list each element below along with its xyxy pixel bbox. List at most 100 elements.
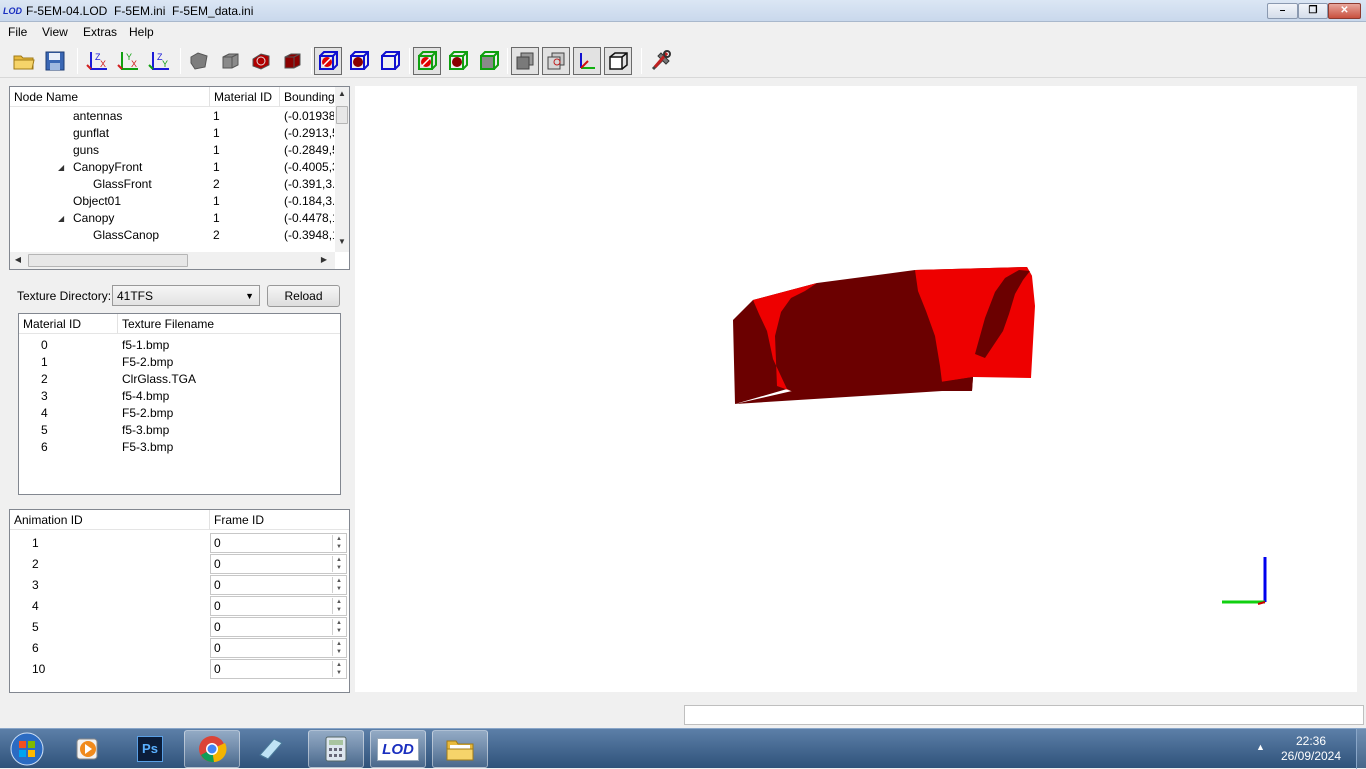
- scroll-right-arrow-icon[interactable]: ▶: [319, 255, 329, 264]
- texture-row[interactable]: 5 f5-3.bmp: [19, 422, 340, 439]
- show-hidden-icons-icon[interactable]: ▲: [1256, 742, 1265, 752]
- taskbar-lod-editor[interactable]: LOD: [370, 730, 426, 768]
- texture-row[interactable]: 2 ClrGlass.TGA: [19, 371, 340, 388]
- menu-view[interactable]: View: [42, 25, 68, 39]
- node-material-id: 1: [213, 194, 220, 208]
- menu-help[interactable]: Help: [129, 25, 154, 39]
- header-frame-id[interactable]: Frame ID: [210, 510, 349, 530]
- frame-id-spinbox[interactable]: 0 ▲ ▼: [210, 554, 347, 574]
- axes-toggle-icon[interactable]: [573, 47, 601, 75]
- shade-flat-red-icon[interactable]: [278, 47, 306, 75]
- spin-arrows-icon[interactable]: ▲ ▼: [332, 535, 345, 551]
- axis-yx-view-button[interactable]: YX: [115, 47, 143, 75]
- texture-row[interactable]: 3 f5-4.bmp: [19, 388, 340, 405]
- tree-row[interactable]: ◢ Canopy 1 (-0.4478,1: [10, 210, 335, 227]
- axis-zy-view-button[interactable]: ZY: [146, 47, 174, 75]
- 3d-viewport[interactable]: [355, 86, 1357, 692]
- photoshop-icon: Ps: [137, 736, 163, 762]
- texture-row[interactable]: 4 F5-2.bmp: [19, 405, 340, 422]
- frame-id-spinbox[interactable]: 0 ▲ ▼: [210, 596, 347, 616]
- node-name: guns: [73, 143, 100, 157]
- spin-arrows-icon[interactable]: ▲ ▼: [332, 577, 345, 593]
- expand-triangle-icon[interactable]: ◢: [58, 210, 64, 227]
- system-clock[interactable]: 22:36 26/09/2024: [1270, 734, 1352, 764]
- close-button[interactable]: ✕: [1328, 3, 1361, 19]
- wireframe-box-icon[interactable]: [604, 47, 632, 75]
- scroll-up-arrow-icon[interactable]: ▲: [335, 89, 349, 98]
- header-material-id[interactable]: Material ID: [19, 314, 118, 334]
- frame-id-spinbox[interactable]: 0 ▲ ▼: [210, 638, 347, 658]
- show-desktop-button[interactable]: [1356, 729, 1366, 769]
- menu-extras[interactable]: Extras: [83, 25, 117, 39]
- tree-row[interactable]: ◢ CanopyFront 1 (-0.4005,3: [10, 159, 335, 176]
- header-material-id[interactable]: Material ID: [210, 87, 280, 107]
- tree-row[interactable]: GlassCanop 2 (-0.3948,1: [10, 227, 335, 244]
- shade-smooth-grey-icon[interactable]: [185, 47, 213, 75]
- spin-arrows-icon[interactable]: ▲ ▼: [332, 598, 345, 614]
- stacked-boxes-icon[interactable]: [511, 47, 539, 75]
- spin-arrows-icon[interactable]: ▲ ▼: [332, 661, 345, 677]
- tools-settings-icon[interactable]: [647, 47, 675, 75]
- frame-id-spinbox[interactable]: 0 ▲ ▼: [210, 617, 347, 637]
- spin-arrows-icon[interactable]: ▲ ▼: [332, 619, 345, 635]
- tree-row[interactable]: GlassFront 2 (-0.391,3.(: [10, 176, 335, 193]
- texture-row[interactable]: 6 F5-3.bmp: [19, 439, 340, 456]
- shade-smooth-red-icon[interactable]: [247, 47, 275, 75]
- window-title: F-5EM-04.LOD F-5EM.ini F-5EM_data.ini: [26, 4, 254, 18]
- header-texture-filename[interactable]: Texture Filename: [118, 314, 340, 334]
- blue-box-solid-icon[interactable]: [345, 47, 373, 75]
- taskbar-media-player[interactable]: [60, 730, 116, 768]
- header-node-name[interactable]: Node Name: [10, 87, 210, 107]
- tree-row[interactable]: gunflat 1 (-0.2913,5: [10, 125, 335, 142]
- taskbar-photoshop[interactable]: Ps: [122, 730, 178, 768]
- scroll-left-arrow-icon[interactable]: ◀: [13, 255, 23, 264]
- blue-box-empty-icon[interactable]: [376, 47, 404, 75]
- green-box-grey-icon[interactable]: [475, 47, 503, 75]
- calculator-icon: [325, 736, 347, 762]
- hscroll-thumb[interactable]: [28, 254, 188, 267]
- node-table-hscroll[interactable]: ◀ ▶: [10, 252, 335, 269]
- green-box-culling-icon[interactable]: [413, 47, 441, 75]
- taskbar-calculator[interactable]: [308, 730, 364, 768]
- save-disk-icon[interactable]: [41, 47, 69, 75]
- scroll-down-arrow-icon[interactable]: ▼: [335, 237, 349, 246]
- taskbar-notepad[interactable]: [243, 730, 299, 768]
- frame-id-spinbox[interactable]: 0 ▲ ▼: [210, 533, 347, 553]
- header-animation-id[interactable]: Animation ID: [10, 510, 210, 530]
- menu-file[interactable]: File: [8, 25, 27, 39]
- blue-box-culling-icon[interactable]: [314, 47, 342, 75]
- frame-id-spinbox[interactable]: 0 ▲ ▼: [210, 659, 347, 679]
- tree-row[interactable]: Object01 1 (-0.184,3.8: [10, 193, 335, 210]
- open-folder-icon[interactable]: [10, 47, 38, 75]
- node-table-vscroll[interactable]: ▲ ▼: [335, 87, 349, 252]
- axis-zx-view-button[interactable]: ZX: [84, 47, 112, 75]
- reload-button[interactable]: Reload: [267, 285, 340, 307]
- taskbar-file-explorer[interactable]: [432, 730, 488, 768]
- animation-id: 1: [32, 536, 39, 550]
- texture-box-icon[interactable]: [542, 47, 570, 75]
- spin-arrows-icon[interactable]: ▲ ▼: [332, 556, 345, 572]
- texture-row[interactable]: 0 f5-1.bmp: [19, 337, 340, 354]
- minimize-button[interactable]: –: [1267, 3, 1298, 19]
- shade-flat-grey-icon[interactable]: [216, 47, 244, 75]
- texture-material-id: 1: [41, 355, 48, 369]
- texture-directory-select[interactable]: 41TFS ▼: [112, 285, 260, 306]
- node-material-id: 2: [213, 228, 220, 242]
- start-button[interactable]: [2, 730, 52, 768]
- toolbar-separator: [311, 48, 312, 74]
- spin-arrows-icon[interactable]: ▲ ▼: [332, 640, 345, 656]
- texture-row[interactable]: 1 F5-2.bmp: [19, 354, 340, 371]
- green-box-solid-icon[interactable]: [444, 47, 472, 75]
- vscroll-thumb[interactable]: [336, 106, 348, 124]
- title-bar: LOD F-5EM-04.LOD F-5EM.ini F-5EM_data.in…: [0, 0, 1366, 22]
- frame-id-spinbox[interactable]: 0 ▲ ▼: [210, 575, 347, 595]
- expand-triangle-icon[interactable]: ◢: [58, 159, 64, 176]
- taskbar-chrome[interactable]: [184, 730, 240, 768]
- node-bounding: (-0.391,3.(: [284, 177, 334, 191]
- header-bounding[interactable]: Bounding: [280, 87, 336, 107]
- restore-button[interactable]: ❐: [1298, 3, 1328, 19]
- animation-row: 6 0 ▲ ▼: [10, 638, 349, 659]
- texture-material-id: 3: [41, 389, 48, 403]
- tree-row[interactable]: guns 1 (-0.2849,5: [10, 142, 335, 159]
- tree-row[interactable]: antennas 1 (-0.01938,: [10, 108, 335, 125]
